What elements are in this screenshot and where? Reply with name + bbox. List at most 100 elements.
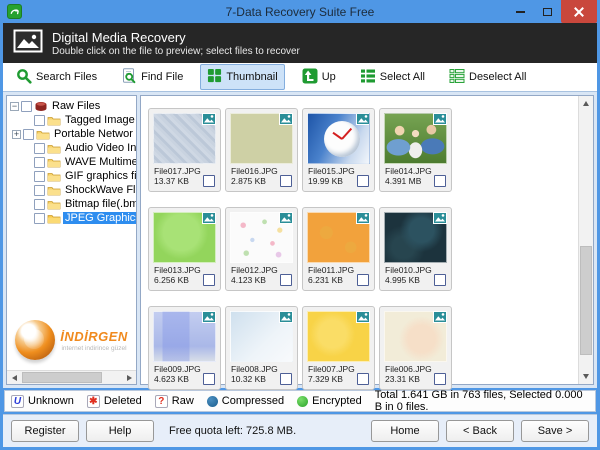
expand-icon[interactable] <box>12 130 21 139</box>
file-thumbnail[interactable]: File014.JPG 4.391 MB <box>379 108 452 192</box>
thumbnail-image[interactable] <box>307 113 370 164</box>
tree-item-wave[interactable]: WAVE Multimed <box>10 155 136 169</box>
file-checkbox[interactable] <box>280 274 292 286</box>
scroll-right-button[interactable] <box>122 371 136 384</box>
tree-item-bitmap[interactable]: Bitmap file(.bmp <box>10 197 136 211</box>
scroll-down-button[interactable] <box>579 369 593 384</box>
file-checkbox[interactable] <box>203 373 215 385</box>
vertical-scrollbar[interactable] <box>578 96 593 384</box>
file-checkbox[interactable] <box>357 274 369 286</box>
file-checkbox[interactable] <box>357 175 369 187</box>
file-thumbnail[interactable]: File017.JPG 13.37 KB <box>148 108 221 192</box>
tree-item-shockwave[interactable]: ShockWave Flash <box>10 183 136 197</box>
h-scrollbar-thumb[interactable] <box>22 372 102 383</box>
find-file-button[interactable]: Find File <box>114 64 190 91</box>
thumbnail-image[interactable] <box>230 113 293 164</box>
help-button[interactable]: Help <box>86 420 154 442</box>
scroll-left-button[interactable] <box>7 371 21 384</box>
tree-item-gif[interactable]: GIF graphics file( <box>10 169 136 183</box>
app-window: 7-Data Recovery Suite Free Digital Media… <box>0 0 600 450</box>
folder-icon <box>47 157 61 168</box>
page-title: Digital Media Recovery <box>52 30 300 45</box>
thumbnail-view-button[interactable]: Thumbnail <box>200 64 284 90</box>
footer-bar: Register Help Free quota left: 725.8 MB.… <box>3 414 597 447</box>
minimize-icon <box>516 11 525 13</box>
app-icon <box>7 4 22 19</box>
legend-compressed: Compressed <box>207 395 284 407</box>
file-checkbox[interactable] <box>280 373 292 385</box>
find-file-icon <box>121 68 137 87</box>
file-thumbnail[interactable]: File011.JPG 6.231 KB <box>302 207 375 291</box>
file-checkbox[interactable] <box>434 373 446 385</box>
tree-checkbox[interactable] <box>34 213 45 224</box>
save-button[interactable]: Save > <box>521 420 589 442</box>
file-checkbox[interactable] <box>434 274 446 286</box>
thumbnail-image[interactable] <box>384 311 447 362</box>
legend-raw: ? Raw <box>155 395 194 408</box>
tree-checkbox[interactable] <box>34 115 45 126</box>
scroll-down-icon <box>583 374 589 379</box>
legend-unknown: U Unknown <box>11 395 74 408</box>
tree-checkbox[interactable] <box>34 157 45 168</box>
tree-checkbox[interactable] <box>23 129 34 140</box>
v-scrollbar-thumb[interactable] <box>580 246 592 355</box>
scroll-up-button[interactable] <box>579 96 593 111</box>
image-badge-icon <box>356 311 370 323</box>
thumbnail-grid-icon <box>207 68 222 86</box>
file-checkbox[interactable] <box>280 175 292 187</box>
tree-item-portable-network[interactable]: Portable Networ <box>10 127 136 141</box>
thumbnail-image[interactable] <box>230 212 293 263</box>
file-thumbnail[interactable]: File013.JPG 6.256 KB <box>148 207 221 291</box>
collapse-icon[interactable] <box>10 102 19 111</box>
file-checkbox[interactable] <box>357 373 369 385</box>
file-thumbnail[interactable]: File006.JPG 23.31 KB <box>379 306 452 390</box>
register-button[interactable]: Register <box>11 420 79 442</box>
folder-icon <box>47 115 61 126</box>
header-banner: Digital Media Recovery Double click on t… <box>3 23 597 63</box>
back-button[interactable]: < Back <box>446 420 514 442</box>
file-thumbnail[interactable]: File012.JPG 4.123 KB <box>225 207 298 291</box>
thumbnail-image[interactable] <box>307 311 370 362</box>
minimize-button[interactable] <box>507 0 534 23</box>
maximize-button[interactable] <box>534 0 561 23</box>
tree-item-tagged-image[interactable]: Tagged Image F <box>10 113 136 127</box>
select-all-button[interactable]: Select All <box>353 64 432 91</box>
toolbar: Search Files Find File Thumbnail Up Sele… <box>3 63 597 92</box>
file-checkbox[interactable] <box>203 175 215 187</box>
file-thumbnail[interactable]: File008.JPG 10.32 KB <box>225 306 298 390</box>
file-checkbox[interactable] <box>203 274 215 286</box>
horizontal-scrollbar[interactable] <box>7 370 136 384</box>
thumbnail-image[interactable] <box>384 212 447 263</box>
thumbnail-panel: File017.JPG 13.37 KB File016.JPG 2.875 K… <box>140 95 594 385</box>
search-files-button[interactable]: Search Files <box>9 64 104 91</box>
thumbnail-image[interactable] <box>153 113 216 164</box>
up-button[interactable]: Up <box>295 64 343 91</box>
file-thumbnail[interactable]: File010.JPG 4.995 KB <box>379 207 452 291</box>
tree-item-label: Audio Video Inte <box>63 142 136 154</box>
main-area: Raw Files Tagged Image F Portable Networ <box>3 92 597 388</box>
tree-item-jpeg[interactable]: JPEG Graphics fil <box>10 211 136 225</box>
tree-item-raw-files[interactable]: Raw Files <box>10 99 136 113</box>
thumbnail-image[interactable] <box>307 212 370 263</box>
file-checkbox[interactable] <box>434 175 446 187</box>
thumbnail-image[interactable] <box>230 311 293 362</box>
file-thumbnail[interactable]: File016.JPG 2.875 KB <box>225 108 298 192</box>
tree-checkbox[interactable] <box>34 199 45 210</box>
tree-item-audio-video[interactable]: Audio Video Inte <box>10 141 136 155</box>
home-button[interactable]: Home <box>371 420 439 442</box>
tree-checkbox[interactable] <box>34 185 45 196</box>
scroll-left-icon <box>12 375 17 381</box>
file-tree: Raw Files Tagged Image F Portable Networ <box>7 96 136 225</box>
deselect-all-button[interactable]: Deselect All <box>442 64 533 91</box>
file-thumbnail[interactable]: File007.JPG 7.329 KB <box>302 306 375 390</box>
thumbnail-image[interactable] <box>153 311 216 362</box>
file-thumbnail[interactable]: File009.JPG 4.623 KB <box>148 306 221 390</box>
tree-checkbox[interactable] <box>21 101 32 112</box>
tree-checkbox[interactable] <box>34 171 45 182</box>
file-thumbnail[interactable]: File015.JPG 19.99 KB <box>302 108 375 192</box>
thumbnail-image[interactable] <box>153 212 216 263</box>
close-button[interactable] <box>561 0 597 23</box>
thumbnail-image[interactable] <box>384 113 447 164</box>
tree-checkbox[interactable] <box>34 143 45 154</box>
maximize-icon <box>543 8 552 16</box>
